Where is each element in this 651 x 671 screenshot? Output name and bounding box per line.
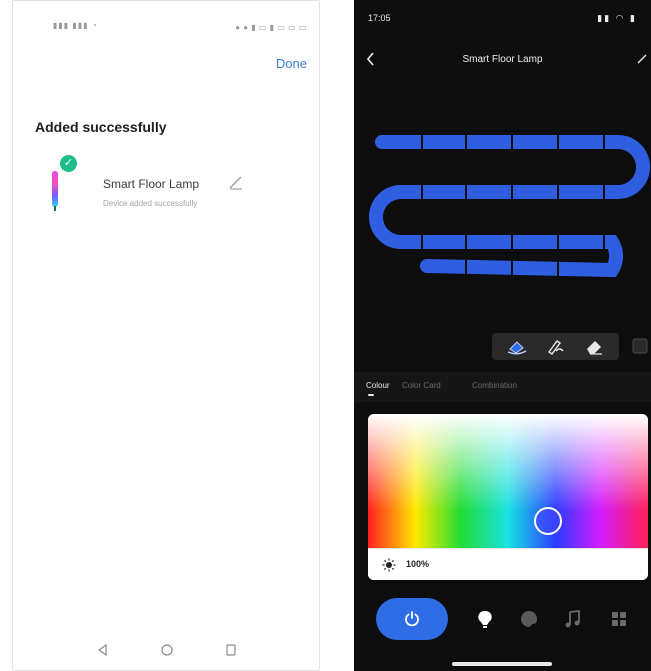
added-device-item: ✓ Smart Floor Lamp Device added successf…	[49, 155, 309, 219]
palette-icon[interactable]	[518, 608, 540, 630]
tab-colour[interactable]: Colour	[366, 381, 390, 390]
back-triangle-icon[interactable]	[93, 640, 113, 660]
page-title: Smart Floor Lamp	[462, 54, 543, 65]
bottom-control-bar	[354, 598, 651, 640]
lamp-base	[54, 206, 56, 211]
device-subtitle: Device added successfully	[103, 199, 198, 208]
check-icon: ✓	[60, 155, 77, 172]
strip-row-2	[369, 185, 624, 278]
paint-bucket-icon[interactable]	[502, 333, 532, 359]
home-indicator[interactable]	[452, 662, 552, 666]
right-phone-screen: 17:05 ▮▮ ◠ ▮ Smart Floor Lamp Colour Col…	[354, 0, 651, 671]
floor-lamp-icon: ✓	[49, 155, 89, 215]
edit-icon[interactable]	[635, 52, 649, 66]
left-phone-screen: ▮▮▮ ▮▮▮ ◔ ● ● ▮ ▭ ▮ ▭ ▭ ▭ Done Added suc…	[12, 0, 320, 671]
device-name: Smart Floor Lamp	[103, 177, 200, 191]
home-circle-icon[interactable]	[157, 640, 177, 660]
active-tab-indicator	[368, 394, 374, 396]
color-picker-panel: 100%	[368, 414, 648, 580]
strip-tool-bar	[492, 333, 651, 361]
status-time: 17:05	[368, 13, 391, 23]
grid-icon[interactable]	[608, 608, 630, 630]
status-bar: 17:05 ▮▮ ◠ ▮	[368, 13, 637, 27]
system-nav-bar	[13, 640, 319, 660]
color-spectrum[interactable]	[368, 414, 648, 548]
bulb-icon[interactable]	[474, 608, 496, 630]
music-icon[interactable]	[562, 608, 584, 630]
square-icon[interactable]	[625, 333, 651, 359]
brightness-slider[interactable]: 100%	[368, 548, 648, 580]
lamp-glow	[52, 171, 58, 207]
power-icon	[405, 611, 419, 627]
edit-name-icon[interactable]	[227, 173, 245, 191]
color-mode-tabs: Colour Color Card Combination	[354, 372, 651, 402]
status-icons: ▮▮ ◠ ▮	[597, 13, 637, 23]
power-button[interactable]	[376, 598, 448, 640]
brush-icon[interactable]	[540, 333, 570, 359]
led-strip-preview[interactable]	[354, 118, 651, 288]
color-picker-knob[interactable]	[534, 507, 562, 535]
sun-icon	[382, 558, 396, 572]
tab-color-card[interactable]: Color Card	[402, 381, 441, 390]
done-button[interactable]: Done	[276, 56, 307, 71]
page-title: Added successfully	[35, 119, 167, 135]
eraser-icon[interactable]	[578, 333, 608, 359]
status-bar: ▮▮▮ ▮▮▮ ◔ ● ● ▮ ▭ ▮ ▭ ▭ ▭	[53, 19, 307, 35]
device-header: Smart Floor Lamp	[354, 46, 651, 76]
signal-icon: ▮▮▮ ▮▮▮ ◔	[53, 21, 98, 30]
status-icons: ● ● ▮ ▭ ▮ ▭ ▭ ▭	[235, 23, 307, 32]
recents-square-icon[interactable]	[221, 640, 241, 660]
tab-combination[interactable]: Combination	[472, 381, 517, 390]
brightness-value: 100%	[406, 559, 430, 569]
